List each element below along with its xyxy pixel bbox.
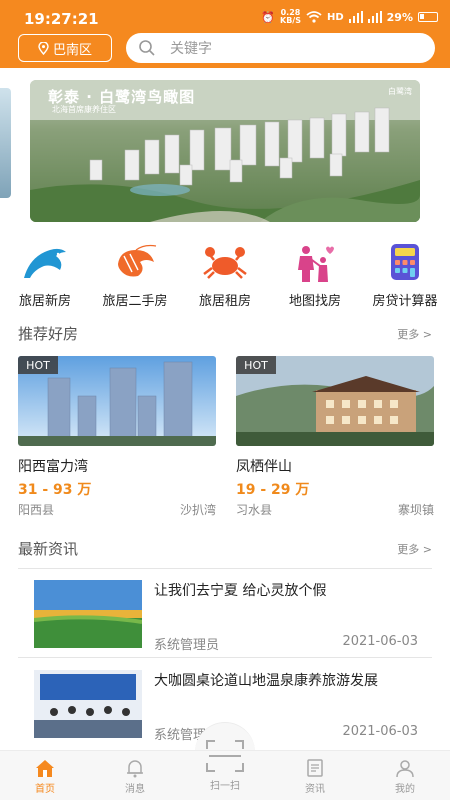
banner-carousel[interactable]: 彰泰 · 白鹭湾鸟瞰图 北海首席康养住区 白鹭湾 — [30, 80, 420, 222]
nav-label: 消息 — [125, 784, 145, 795]
property-town: 沙扒湾 — [179, 503, 216, 517]
news-headline: 大咖圆桌论道山地温泉康养旅游发展 — [154, 673, 378, 689]
alarm-icon: ⏰ — [261, 10, 275, 24]
property-image: HOT — [236, 356, 434, 446]
property-location: 习水县 寨坝镇 — [236, 501, 434, 518]
nav-profile[interactable]: 我的 — [360, 751, 450, 800]
category-calculator[interactable]: 房贷计算器 — [360, 240, 450, 310]
location-label: 巴南区 — [52, 42, 92, 58]
signal-icon — [348, 11, 363, 23]
hot-badge: HOT — [18, 356, 58, 374]
battery-icon — [418, 12, 438, 22]
news-thumbnail — [34, 670, 142, 738]
home-icon — [36, 760, 54, 777]
crab-icon — [199, 240, 251, 284]
category-new-house[interactable]: 旅居新房 — [0, 240, 90, 310]
category-label: 房贷计算器 — [372, 294, 438, 309]
nav-scan[interactable]: 扫一扫 — [180, 740, 270, 800]
location-button[interactable]: 巴南区 — [18, 34, 112, 62]
news-more-link[interactable]: 更多 > — [397, 541, 432, 557]
property-price: 19 - 29 万 — [236, 482, 310, 498]
category-rent[interactable]: 旅居租房 — [180, 240, 270, 310]
user-icon — [396, 760, 414, 778]
nav-label: 我的 — [395, 784, 415, 795]
wifi-icon — [306, 11, 322, 23]
property-card[interactable]: HOT 凤栖伴山 19 - 29 万 习水县 寨坝镇 — [236, 356, 434, 518]
news-title: 最新资讯 — [18, 540, 79, 558]
category-label: 旅居新房 — [18, 294, 71, 309]
search-placeholder: 关键字 — [170, 41, 212, 57]
search-input[interactable]: 关键字 — [126, 33, 435, 63]
nav-label: 扫一扫 — [210, 781, 240, 792]
dolphin-icon — [19, 240, 71, 284]
property-name: 凤栖伴山 — [236, 459, 292, 475]
property-card[interactable]: HOT 阳西富力湾 31 - 93 万 阳西县 沙扒湾 — [18, 356, 216, 518]
property-name: 阳西富力湾 — [18, 459, 88, 475]
property-town: 寨坝镇 — [397, 503, 434, 517]
category-label: 地图找房 — [288, 294, 341, 309]
news-thumbnail — [34, 580, 142, 648]
category-label: 旅居二手房 — [102, 294, 168, 309]
family-icon — [289, 240, 341, 284]
bell-icon — [127, 760, 143, 778]
property-county: 阳西县 — [18, 503, 55, 517]
status-bar: 19:27:21 ⏰ 0.28 KB/S HD 29% — [0, 0, 450, 34]
battery-percent: 29% — [386, 10, 413, 24]
nav-home[interactable]: 首页 — [0, 751, 90, 800]
status-icons: ⏰ 0.28 KB/S HD 29% — [261, 9, 438, 25]
nav-messages[interactable]: 消息 — [90, 751, 180, 800]
hot-badge: HOT — [236, 356, 276, 374]
calculator-icon — [379, 240, 431, 284]
news-icon — [307, 759, 323, 777]
search-icon — [139, 40, 155, 56]
nav-label: 首页 — [35, 784, 55, 795]
divider — [18, 657, 432, 658]
net-speed: 0.28 KB/S — [280, 8, 301, 25]
category-label: 旅居租房 — [198, 294, 251, 309]
banner-logo: 白鹭湾 — [388, 87, 412, 96]
nav-label: 资讯 — [305, 784, 325, 795]
category-row: 旅居新房 旅居二手房 旅居租房 地图找房 房贷计算器 — [0, 240, 450, 310]
hd-icon: HD — [326, 11, 344, 23]
recommended-more-link[interactable]: 更多 > — [397, 326, 432, 342]
property-county: 习水县 — [236, 503, 273, 517]
shrimp-icon — [109, 240, 161, 284]
scan-icon — [206, 740, 244, 772]
bottom-nav: 首页 消息 扫一扫 资讯 我的 — [0, 740, 450, 800]
divider — [18, 568, 432, 569]
news-author: 系统管理员 — [154, 638, 220, 653]
signal-icon-2 — [367, 11, 382, 23]
category-second-hand[interactable]: 旅居二手房 — [90, 240, 180, 310]
top-header: 19:27:21 ⏰ 0.28 KB/S HD 29% 巴南区 关键字 — [0, 0, 450, 68]
banner-subtitle: 北海首席康养住区 — [52, 105, 116, 114]
category-map[interactable]: 地图找房 — [270, 240, 360, 310]
location-pin-icon — [38, 41, 49, 55]
status-time: 19:27:21 — [24, 10, 99, 28]
banner-prev-peek[interactable] — [0, 88, 11, 198]
news-item[interactable]: 让我们去宁夏 给心灵放个假 系统管理员 2021-06-03 — [34, 580, 418, 653]
nav-news[interactable]: 资讯 — [270, 751, 360, 800]
property-image: HOT — [18, 356, 216, 446]
recommended-title: 推荐好房 — [18, 325, 79, 343]
news-date: 2021-06-03 — [342, 634, 418, 649]
property-price: 31 - 93 万 — [18, 482, 92, 498]
news-headline: 让我们去宁夏 给心灵放个假 — [154, 583, 327, 599]
news-date: 2021-06-03 — [342, 724, 418, 739]
property-location: 阳西县 沙扒湾 — [18, 501, 216, 518]
